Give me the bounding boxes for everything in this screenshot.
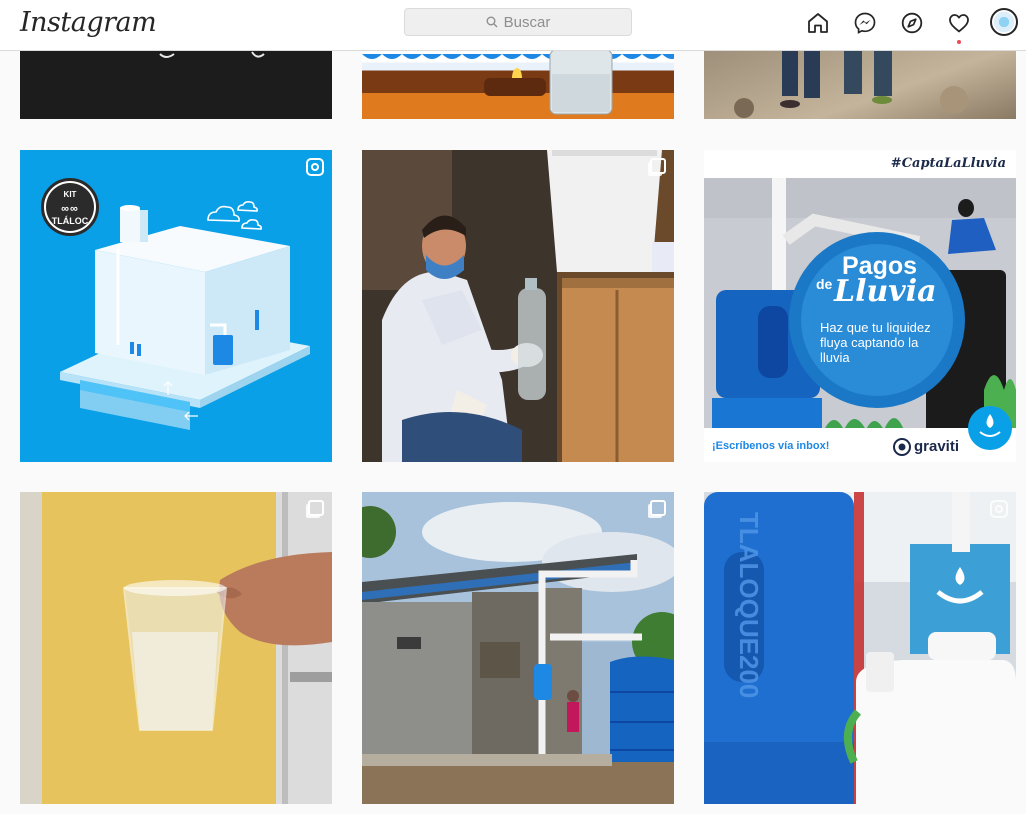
profile-avatar[interactable] <box>990 8 1018 36</box>
post-1-image <box>159 51 265 58</box>
hashtag-text: #CaptaLaLluvia <box>890 156 1006 171</box>
post-7-glass-of-water[interactable] <box>20 492 332 804</box>
home-icon[interactable] <box>806 11 830 35</box>
post-7-image <box>20 492 332 804</box>
reel-icon <box>306 158 324 176</box>
cta-text: ¡Escríbenos vía inbox! <box>712 440 830 452</box>
post-2[interactable] <box>362 50 674 119</box>
multiple-images-icon <box>650 500 666 516</box>
kit-tlaloc-badge: KIT ∞∞ TLÁLOC <box>41 178 99 236</box>
explore-compass-icon[interactable] <box>900 11 924 35</box>
search-placeholder: Buscar <box>503 13 551 31</box>
tank-embossed-text: TLALOQUE200 <box>734 512 764 699</box>
search-icon <box>486 16 498 28</box>
post-9-tlaloque-tank[interactable]: TLALOQUE200 <box>704 492 1016 804</box>
multiple-images-icon <box>308 500 324 516</box>
search-input[interactable]: Buscar <box>404 8 632 36</box>
post-1[interactable] <box>20 50 332 119</box>
post-3[interactable] <box>704 50 1016 119</box>
post-8-image <box>362 492 674 804</box>
post-3-image <box>734 50 968 118</box>
graviti-brand: graviti <box>914 438 960 455</box>
activity-heart-icon[interactable] <box>947 11 971 35</box>
partner-brand: IsloUrbano <box>978 450 1003 456</box>
top-navigation-bar: Instagram Buscar <box>0 0 1026 51</box>
messenger-icon[interactable] <box>853 11 877 35</box>
multiple-images-icon <box>650 158 666 174</box>
badge-kit-text: KIT <box>63 190 77 199</box>
headline-de: de <box>816 276 833 292</box>
post-4-kit-tlaloc[interactable]: KIT ∞∞ TLÁLOC <box>20 150 332 462</box>
badge-tlaloc-text: TLÁLOC <box>51 216 89 226</box>
headline-lluvia: Lluvia <box>834 274 937 309</box>
reel-icon <box>990 500 1008 518</box>
post-5-image <box>362 150 674 462</box>
post-8-rain-harvest-house[interactable] <box>362 492 674 804</box>
post-6-pagos-de-lluvia[interactable]: #CaptaLaLluvia Pagos de Lluvia Haz que t… <box>704 150 1016 462</box>
post-5-water-testing[interactable] <box>362 150 674 462</box>
post-2-image <box>362 50 674 115</box>
body-text: Haz que tu liquidez fluya captando la ll… <box>820 320 931 365</box>
instagram-logo[interactable]: Instagram <box>20 7 157 38</box>
notification-dot <box>957 40 961 44</box>
